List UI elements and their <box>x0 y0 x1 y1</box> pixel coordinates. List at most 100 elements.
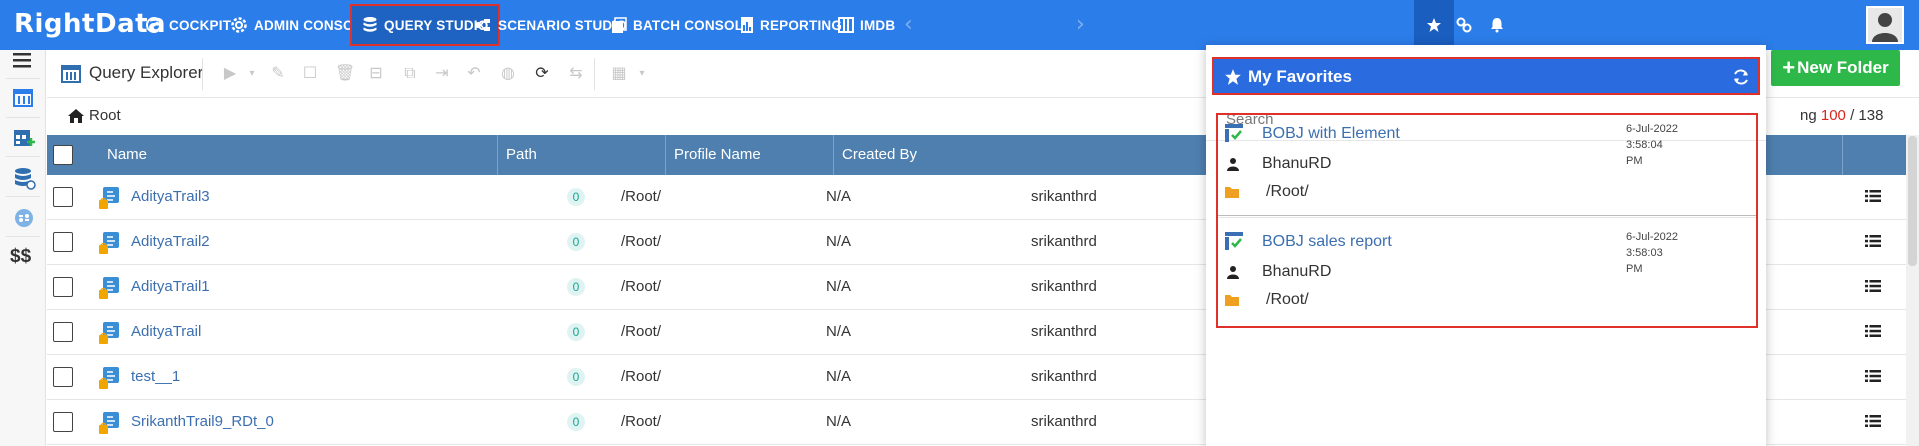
delete-icon[interactable]: 🗑 <box>335 65 355 83</box>
database-rail-icon[interactable] <box>12 166 36 190</box>
row-menu-icon[interactable] <box>1865 324 1881 338</box>
split-icon[interactable]: ⊟ <box>367 65 385 83</box>
grid-scrollbar-thumb[interactable] <box>1908 136 1917 266</box>
nav-imdb-label: IMDB <box>860 17 896 33</box>
add-table-rail-icon[interactable] <box>12 126 36 150</box>
toolbar-divider <box>202 58 203 90</box>
cockpit-icon <box>146 17 162 33</box>
layout-dropdown-icon[interactable]: ▾ <box>633 65 651 83</box>
run-icon[interactable]: ▶ <box>221 65 239 83</box>
row-menu-icon[interactable] <box>1865 369 1881 383</box>
row-menu-icon[interactable] <box>1865 234 1881 248</box>
hamburger-menu-icon[interactable] <box>11 48 35 72</box>
favorite-name[interactable]: BOBJ with Element <box>1262 125 1400 143</box>
breadcrumb-root[interactable]: Root <box>67 107 121 124</box>
rightdata-logo[interactable]: RightData <box>14 9 166 41</box>
new-folder-label: New Folder <box>1797 58 1889 77</box>
favorites-list: BOBJ with Element 6-Jul-2022 3:58:04 PM Bha… <box>1216 113 1758 328</box>
nav-batch-console[interactable]: BATCH CONSOLE <box>611 0 752 50</box>
nav-scenario-studio-label: SCENARIO STUDIO <box>498 17 628 33</box>
globe-icon[interactable]: ◍ <box>499 65 517 83</box>
row-checkbox[interactable] <box>53 187 73 207</box>
row-count-badge: 0 <box>567 323 585 341</box>
row-name[interactable]: test__1 <box>131 368 180 385</box>
nav-query-studio-label: QUERY STUDIO <box>384 17 489 33</box>
scenario-icon <box>475 19 490 31</box>
row-name[interactable]: AdityaTrail <box>131 323 201 340</box>
column-header-created-by[interactable]: Created By <box>842 146 917 163</box>
favorite-path: /Root/ <box>1266 291 1309 308</box>
user-icon <box>1227 266 1239 279</box>
shown-count: 100 <box>1820 107 1846 124</box>
query-explorer-rail-icon[interactable] <box>12 86 36 110</box>
row-name[interactable]: AdityaTrail1 <box>131 278 210 295</box>
row-profile: N/A <box>826 413 852 430</box>
row-name[interactable]: AdityaTrail2 <box>131 233 210 250</box>
row-menu-icon[interactable] <box>1865 279 1881 293</box>
favorite-date: 6-Jul-2022 3:58:04 PM <box>1626 123 1678 167</box>
toolbar-divider <box>594 58 595 90</box>
compare-rail-icon[interactable] <box>12 206 36 230</box>
column-header-path[interactable]: Path <box>506 146 537 163</box>
transfer-icon[interactable]: ⇆ <box>567 65 585 83</box>
row-checkbox[interactable] <box>53 322 73 342</box>
left-rail: $$ <box>0 50 46 446</box>
refresh-icon[interactable]: ⟳ <box>533 65 551 83</box>
row-count-badge: 0 <box>567 413 585 431</box>
row-menu-icon[interactable] <box>1865 189 1881 203</box>
copy-icon[interactable]: ⧉ <box>401 65 419 83</box>
query-file-icon <box>99 232 119 254</box>
user-avatar[interactable] <box>1866 6 1904 44</box>
batch-icon <box>612 17 627 33</box>
row-created-by: srikanthrd <box>1031 278 1097 295</box>
row-profile: N/A <box>826 368 852 385</box>
nav-batch-console-label: BATCH CONSOLE <box>633 17 753 33</box>
edit-square-icon[interactable]: ☐ <box>301 65 319 83</box>
row-checkbox[interactable] <box>53 277 73 297</box>
nav-reporting-label: REPORTING <box>760 17 843 33</box>
row-created-by: srikanthrd <box>1031 413 1097 430</box>
layout-icon[interactable]: ▦ <box>607 65 631 83</box>
database-icon <box>363 17 377 32</box>
folder-icon <box>1225 187 1239 198</box>
query-explorer-title: Query Explorer <box>89 63 204 82</box>
favorite-date: 6-Jul-2022 3:58:03 PM <box>1626 231 1678 275</box>
row-created-by: srikanthrd <box>1031 233 1097 250</box>
favorite-name[interactable]: BOBJ sales report <box>1262 233 1392 251</box>
nav-cockpit[interactable]: COCKPIT <box>145 0 231 50</box>
nav-prev-arrow[interactable]: ‹ <box>904 12 913 37</box>
row-checkbox[interactable] <box>53 367 73 387</box>
select-all-checkbox[interactable] <box>53 145 73 165</box>
favorite-item[interactable]: BOBJ with Element 6-Jul-2022 3:58:04 PM Bha… <box>1218 117 1756 213</box>
cost-rail-icon[interactable]: $$ <box>10 246 31 268</box>
nav-scenario-studio[interactable]: SCENARIO STUDIO <box>474 0 627 50</box>
nav-reporting[interactable]: REPORTING <box>740 0 842 50</box>
favorite-user: BhanuRD <box>1262 155 1332 172</box>
run-dropdown-icon[interactable]: ▾ <box>243 65 261 83</box>
row-menu-icon[interactable] <box>1865 414 1881 428</box>
rail-divider <box>6 156 40 157</box>
query-file-icon <box>99 187 119 209</box>
notifications-button[interactable] <box>1477 0 1517 50</box>
row-path: /Root/ <box>621 413 662 430</box>
breadcrumb-root-label: Root <box>89 107 121 124</box>
column-header-name[interactable]: Name <box>107 146 147 163</box>
nav-next-arrow[interactable]: › <box>1076 12 1085 37</box>
rail-divider <box>6 117 40 118</box>
new-folder-button[interactable]: + New Folder <box>1771 50 1900 86</box>
favorite-user: BhanuRD <box>1262 263 1332 280</box>
refresh-icon[interactable] <box>1732 68 1750 86</box>
row-checkbox[interactable] <box>53 412 73 432</box>
star-icon <box>1225 69 1241 85</box>
undo-icon[interactable]: ↶ <box>465 65 483 83</box>
favorites-panel: My Favorites BOBJ with Element 6-Jul-2022… <box>1206 45 1766 446</box>
edit-icon[interactable]: ✎ <box>269 65 287 83</box>
row-checkbox[interactable] <box>53 232 73 252</box>
query-file-icon <box>99 322 119 344</box>
row-name[interactable]: SrikanthTrail9_RDt_0 <box>131 413 274 430</box>
export-icon[interactable]: ⇥ <box>433 65 451 83</box>
nav-imdb[interactable]: IMDB <box>838 0 895 50</box>
column-header-profile-name[interactable]: Profile Name <box>674 146 761 163</box>
row-name[interactable]: AdityaTrail3 <box>131 188 210 205</box>
favorite-item[interactable]: BOBJ sales report 6-Jul-2022 3:58:03 PM Bha… <box>1218 225 1756 321</box>
